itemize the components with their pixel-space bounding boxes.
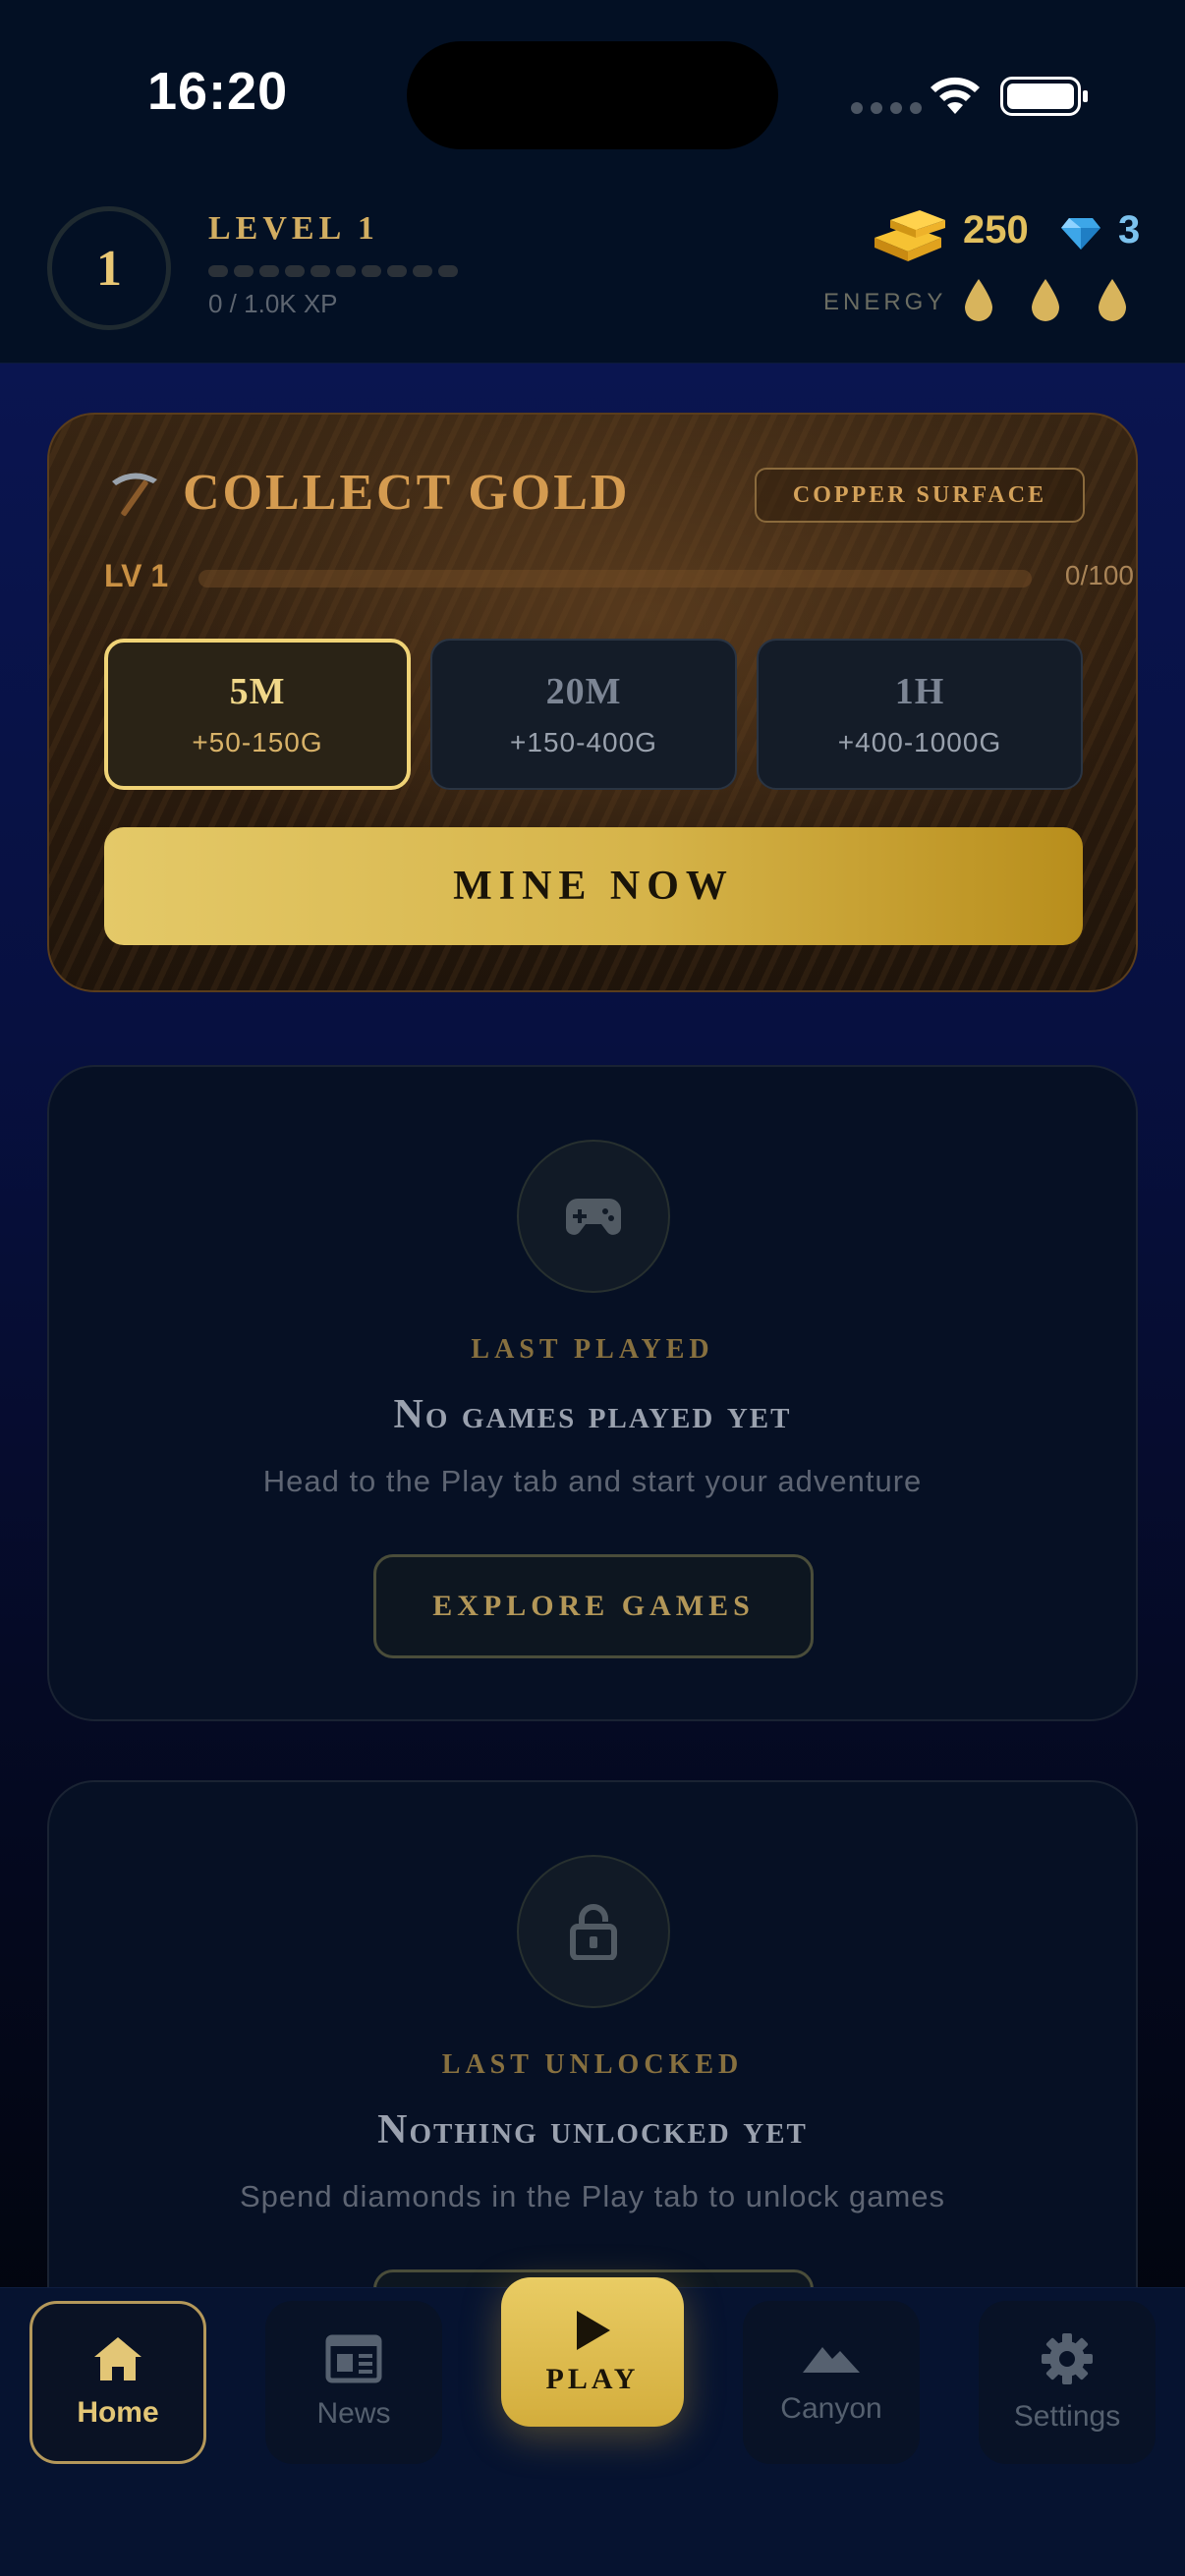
pickaxe-icon: [112, 473, 157, 517]
gamepad-icon: [517, 1140, 670, 1293]
duration-options: 5M +50-150G 20M +150-400G 1H +400-1000G: [104, 639, 1087, 790]
mine-progress-bar: [198, 570, 1032, 588]
nav-play-button[interactable]: PLAY: [501, 2277, 684, 2427]
mine-progress-text: 0/100: [1064, 560, 1134, 590]
card-title: COLLECT GOLD: [183, 465, 631, 521]
last-played-card: LAST PLAYED No games played yet Head to …: [47, 1065, 1138, 1721]
energy-drop-icon: [1099, 279, 1126, 321]
duration-time: 20M: [545, 671, 622, 712]
mine-now-button[interactable]: MINE NOW: [104, 827, 1083, 945]
level-badge[interactable]: 1: [47, 206, 171, 330]
energy-label: ENERGY: [823, 289, 947, 315]
empty-state-subtitle: Spend diamonds in the Play tab to unlock…: [239, 2179, 946, 2213]
xp-text: 0 / 1.0K XP: [208, 289, 338, 318]
unlock-icon: [517, 1855, 670, 2008]
cellular-signal-icon: [851, 102, 922, 114]
empty-state-title: No games played yet: [393, 1392, 792, 1437]
collect-gold-card: COLLECT GOLD COPPER SURFACE LV 1 0/100 5…: [47, 413, 1138, 992]
nav-settings[interactable]: Settings: [979, 2301, 1156, 2464]
duration-time: 5M: [229, 671, 286, 712]
play-icon: [577, 2311, 610, 2350]
duration-reward: +50-150G: [192, 727, 323, 757]
mountain-icon: [803, 2347, 860, 2373]
duration-reward: +400-1000G: [837, 727, 1002, 757]
empty-state-title: Nothing unlocked yet: [377, 2107, 808, 2153]
nav-label: Settings: [1013, 2400, 1121, 2433]
energy-meter: [963, 277, 1128, 322]
empty-state-subtitle: Head to the Play tab and start your adve…: [262, 1464, 923, 1498]
battery-icon: [1000, 77, 1088, 116]
duration-option-5m[interactable]: 5M +50-150G: [104, 639, 411, 790]
mine-tier-badge: COPPER SURFACE: [755, 468, 1085, 523]
diamond-count: 3: [1118, 208, 1141, 252]
nav-label: News: [316, 2397, 391, 2430]
mine-level: LV 1: [104, 558, 169, 593]
section-label: LAST PLAYED: [471, 1334, 714, 1365]
gold-bars-icon: [875, 210, 945, 261]
nav-news[interactable]: News: [265, 2301, 442, 2464]
nav-label: PLAY: [545, 2363, 640, 2395]
wifi-icon: [931, 77, 980, 114]
energy-drop-icon: [965, 279, 992, 321]
nav-home[interactable]: Home: [29, 2301, 206, 2464]
nav-label: Home: [77, 2396, 159, 2429]
duration-time: 1H: [894, 671, 945, 712]
xp-progress-bar: [208, 265, 458, 277]
explore-games-button[interactable]: EXPLORE GAMES: [373, 1554, 814, 1658]
gear-icon: [1042, 2333, 1093, 2384]
level-title: LEVEL 1: [208, 210, 379, 247]
home-icon: [94, 2337, 141, 2380]
duration-option-1h[interactable]: 1H +400-1000G: [757, 639, 1083, 790]
nav-label: Canyon: [780, 2392, 882, 2425]
duration-option-20m[interactable]: 20M +150-400G: [430, 639, 737, 790]
section-label: LAST UNLOCKED: [441, 2049, 744, 2080]
dynamic-island: [407, 41, 778, 149]
diamond-icon: [1061, 218, 1100, 250]
newspaper-icon: [325, 2334, 382, 2383]
gold-count: 250: [963, 208, 1029, 252]
player-header: 1 LEVEL 1 0 / 1.0K XP 250 3 ENERGY: [0, 187, 1185, 364]
duration-reward: +150-400G: [510, 727, 657, 757]
status-bar: 16:20: [0, 0, 1185, 187]
status-time: 16:20: [147, 62, 289, 121]
nav-canyon[interactable]: Canyon: [743, 2301, 920, 2464]
energy-drop-icon: [1032, 279, 1059, 321]
